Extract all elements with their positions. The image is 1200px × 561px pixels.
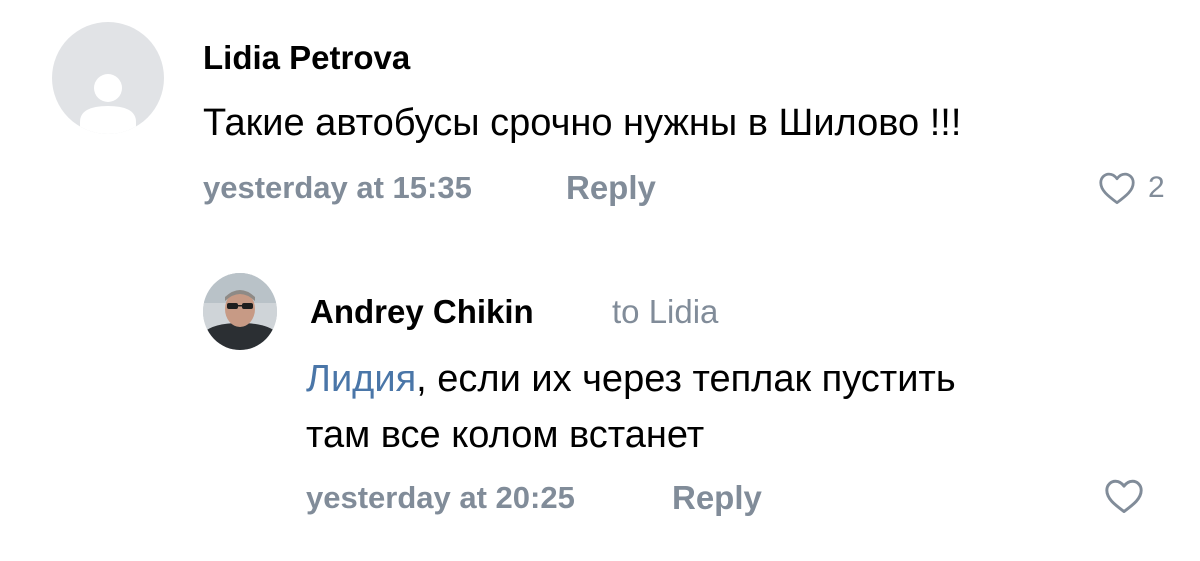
heart-icon [1099, 172, 1135, 205]
comment-text-line2: там все колом встанет [306, 414, 705, 456]
like-button[interactable] [1104, 478, 1144, 514]
comment-timestamp[interactable]: yesterday at 15:35 [203, 168, 472, 208]
mention-link[interactable]: Лидия [306, 358, 416, 400]
reply-button[interactable]: Reply [566, 168, 656, 208]
avatar-lidia-petrova[interactable] [52, 22, 164, 134]
comment-text-part: , если их через теплак пустить [416, 358, 956, 400]
reply-button[interactable]: Reply [672, 478, 762, 518]
comment-author[interactable]: Andrey Chikin [310, 292, 534, 332]
heart-icon [1105, 479, 1143, 514]
comment-text: Такие автобусы срочно нужны в Шилово !!! [203, 102, 962, 144]
comments-thread: Lidia Petrova Такие автобусы срочно нужн… [0, 0, 1200, 561]
like-button[interactable]: 2 [1098, 168, 1165, 208]
comment-author[interactable]: Lidia Petrova [203, 38, 410, 78]
like-count: 2 [1148, 171, 1165, 204]
comment-text: Лидия, если их через теплак пустить [306, 352, 956, 406]
reply-to-label[interactable]: to Lidia [612, 292, 718, 332]
avatar-andrey-chikin[interactable] [203, 273, 277, 350]
user-photo [203, 273, 277, 350]
comment-timestamp[interactable]: yesterday at 20:25 [306, 478, 575, 518]
user-placeholder-icon [80, 74, 136, 134]
